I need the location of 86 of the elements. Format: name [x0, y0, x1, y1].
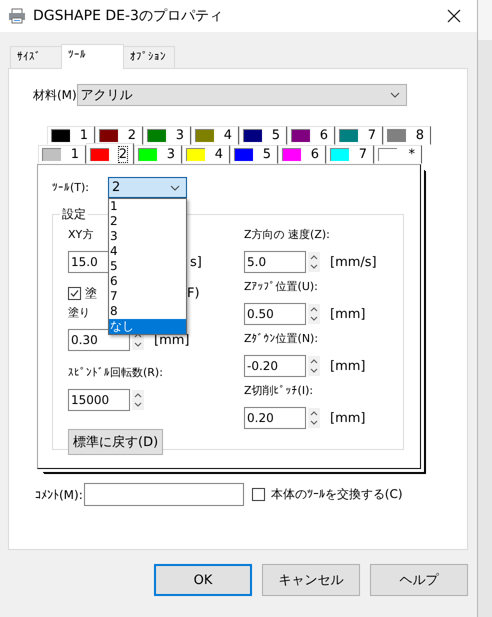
tab[interactable]: ｵﾌﾟｼｮﾝ: [123, 46, 175, 68]
spinner-arrows-icon[interactable]: [308, 356, 320, 376]
unit-label: [mm]: [330, 358, 366, 374]
unit-label: [mm]: [330, 410, 366, 426]
pen-tab[interactable]: 2: [86, 143, 134, 164]
material-dropdown[interactable]: アクリル: [76, 84, 407, 106]
field-label: Z方向の 速度(Z):: [244, 227, 330, 243]
comment-field[interactable]: [84, 483, 244, 506]
dropdown-option[interactable]: 1: [109, 199, 186, 214]
pen-tab[interactable]: 4: [182, 145, 230, 164]
spin-field[interactable]: -0.20: [244, 355, 306, 377]
pen-number: 3: [166, 147, 175, 162]
dropdown-option[interactable]: 7: [109, 289, 186, 304]
close-icon[interactable]: [447, 9, 461, 23]
pen-number: 8: [416, 128, 424, 143]
pen-tab[interactable]: 3: [134, 145, 182, 164]
pen-tab[interactable]: 4: [191, 126, 239, 145]
pen-tab[interactable]: 3: [143, 126, 191, 145]
spin-field[interactable]: 15000: [68, 389, 130, 411]
pen-tab[interactable]: 5: [239, 126, 287, 145]
dialog-button[interactable]: キャンセル: [262, 564, 360, 596]
tab[interactable]: ｻｲｽﾞ: [10, 46, 62, 68]
pen-number: 7: [358, 147, 367, 162]
spinner-arrows-icon[interactable]: [132, 390, 144, 410]
pen-number: 4: [224, 128, 232, 143]
field-label: XY方: [68, 227, 94, 243]
field-label: Z切削ﾋﾟｯﾁ(I):: [244, 383, 314, 399]
pen-tab[interactable]: 7: [335, 126, 383, 145]
dialog-button[interactable]: OK: [154, 564, 252, 596]
pen-tab[interactable]: 7: [326, 145, 374, 164]
dropdown-option[interactable]: 8: [109, 304, 186, 319]
checkbox-label: 塗: [85, 284, 97, 302]
comment-label: ｺﾒﾝﾄ(M):: [35, 488, 83, 502]
checkbox[interactable]: [252, 488, 265, 501]
group-title: 設定: [61, 206, 87, 223]
checkbox-label: F): [187, 286, 200, 300]
tool-dropdown[interactable]: 2: [108, 177, 187, 198]
pen-tab[interactable]: 1: [47, 126, 95, 145]
pen-tab[interactable]: 6: [278, 145, 326, 164]
spin-field[interactable]: 5.0: [244, 251, 306, 273]
pen-tab[interactable]: 6: [287, 126, 335, 145]
printer-icon: [8, 8, 26, 24]
chevron-down-icon: [170, 184, 180, 190]
chevron-down-icon: [390, 92, 400, 98]
pen-number: 4: [214, 147, 223, 162]
unit-label: [mm]: [154, 332, 190, 348]
unit-label: [mm/s]: [330, 254, 377, 270]
field-label: Zﾀﾞｳﾝ位置(N):: [244, 331, 318, 347]
unit-label: [mm]: [330, 306, 366, 322]
pen-number: 3: [176, 128, 184, 143]
window-title: DGSHAPE DE-3のプロパティ: [33, 7, 224, 25]
tab[interactable]: ﾂｰﾙ: [61, 44, 124, 69]
pen-tab[interactable]: 2: [95, 126, 143, 145]
pen-tab[interactable]: 5: [230, 145, 278, 164]
pen-tab[interactable]: 8: [383, 126, 431, 145]
checkbox[interactable]: [68, 286, 81, 300]
pen-number: 1: [70, 147, 79, 162]
dropdown-option[interactable]: 6: [109, 274, 186, 289]
pen-number: 2: [128, 128, 136, 143]
spin-field[interactable]: 0.50: [244, 303, 306, 325]
field-label: 塗り: [68, 305, 90, 321]
dropdown-option[interactable]: 3: [109, 229, 186, 244]
pen-tab[interactable]: 1: [38, 145, 86, 164]
pen-number: 2: [118, 146, 127, 162]
pen-number: 7: [368, 128, 376, 143]
pen-number: *: [408, 147, 415, 162]
tool-label: ﾂｰﾙ(T):: [52, 181, 90, 194]
pen-number: 6: [320, 128, 328, 143]
dialog-button[interactable]: ヘルプ: [370, 564, 468, 596]
dropdown-option[interactable]: なし: [109, 319, 186, 334]
pen-number: 5: [262, 147, 271, 162]
pen-number: 1: [80, 128, 88, 143]
reset-button[interactable]: 標準に戻す(D): [68, 429, 164, 455]
spinner-arrows-icon[interactable]: [308, 304, 320, 324]
material-label: 材料(M): [33, 86, 77, 104]
pen-number: 6: [310, 147, 319, 162]
pen-number: 5: [272, 128, 280, 143]
spinner-arrows-icon[interactable]: [308, 408, 320, 428]
unit-label: s]: [190, 254, 202, 270]
checkbox-label: 本体のﾂｰﾙを交換する(C): [270, 486, 403, 503]
field-label: ｽﾋﾟﾝﾄﾞﾙ回転数(R):: [68, 365, 163, 381]
field-label: Zｱｯﾌﾟ位置(U):: [244, 279, 318, 295]
dropdown-option[interactable]: 2: [109, 214, 186, 229]
pen-tab[interactable]: *: [374, 145, 422, 164]
spin-field[interactable]: 0.20: [244, 407, 306, 429]
spinner-arrows-icon[interactable]: [308, 252, 320, 272]
